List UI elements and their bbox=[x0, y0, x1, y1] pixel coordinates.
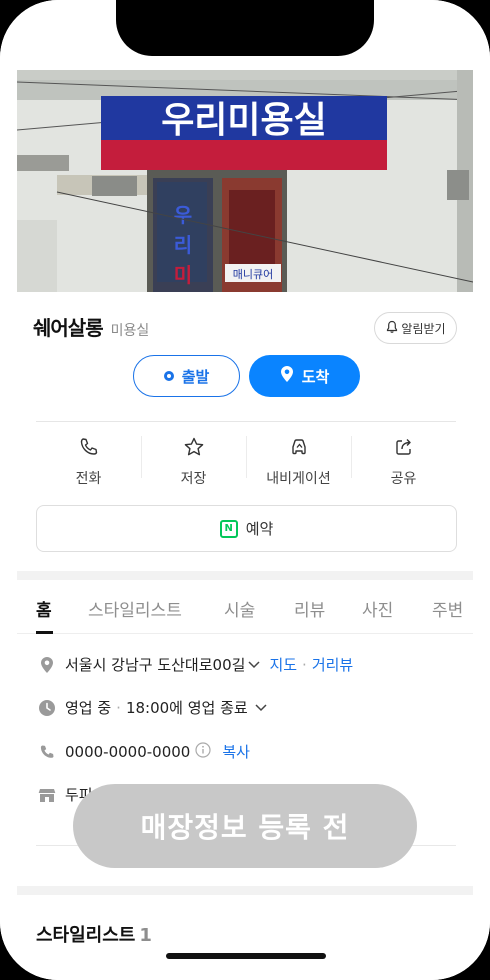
svg-text:우: 우 bbox=[174, 203, 192, 227]
stylist-title-text: 스타일리스트 bbox=[36, 925, 136, 946]
navigation-label: 내비게이션 bbox=[266, 471, 331, 487]
phone-row: 0000-0000-0000 복사 bbox=[38, 741, 250, 762]
floating-notice-pill: 매장정보 등록 전 bbox=[73, 784, 417, 868]
section-gap bbox=[17, 571, 473, 580]
place-title-row: 쉐어살롱 미용실 bbox=[33, 312, 149, 341]
left-margin bbox=[0, 70, 17, 980]
chevron-down-icon[interactable] bbox=[247, 656, 261, 674]
place-detail-panel: 쉐어살롱 미용실 알림받기 출발 도착 전화 저장 내비게이션 공유 N 예약 … bbox=[17, 292, 473, 980]
depart-label: 출발 bbox=[181, 367, 210, 386]
quick-actions: 전화 저장 내비게이션 공유 bbox=[36, 422, 456, 492]
navigation-icon bbox=[288, 436, 310, 462]
depart-button[interactable]: 출발 bbox=[133, 355, 240, 397]
alarm-label: 알림받기 bbox=[401, 321, 446, 336]
status-bar bbox=[0, 0, 490, 70]
roadview-link[interactable]: 거리뷰 bbox=[312, 654, 353, 675]
reserve-button[interactable]: N 예약 bbox=[36, 505, 457, 552]
separator-dot: · bbox=[116, 698, 121, 717]
stylist-section-title: 스타일리스트 1 bbox=[36, 921, 152, 947]
svg-text:리: 리 bbox=[174, 233, 192, 257]
hours-status: 영업 중 bbox=[65, 699, 112, 717]
tab-nearby[interactable]: 주변 bbox=[432, 596, 463, 621]
active-tab-indicator bbox=[36, 631, 53, 634]
section-gap bbox=[17, 886, 473, 895]
share-action[interactable]: 공유 bbox=[351, 422, 456, 492]
detail-tabs: 홈 스타일리스트 시술 리뷰 사진 주변 bbox=[17, 580, 473, 634]
origin-dot-icon bbox=[163, 371, 174, 381]
chevron-down-icon[interactable] bbox=[254, 699, 268, 717]
share-icon bbox=[393, 436, 415, 462]
reserve-label: 예약 bbox=[245, 520, 274, 538]
alarm-button[interactable]: 알림받기 bbox=[374, 312, 457, 344]
info-icon[interactable] bbox=[195, 741, 211, 762]
phone-icon bbox=[78, 436, 100, 462]
phone-small-icon bbox=[38, 744, 56, 760]
tab-review[interactable]: 리뷰 bbox=[294, 596, 325, 621]
device-notch bbox=[116, 0, 374, 56]
place-category: 미용실 bbox=[110, 323, 150, 339]
clock-icon bbox=[38, 699, 56, 717]
copy-link[interactable]: 복사 bbox=[222, 741, 250, 762]
star-icon bbox=[183, 436, 205, 462]
home-indicator[interactable] bbox=[166, 953, 326, 959]
call-label: 전화 bbox=[75, 471, 102, 487]
stylist-count: 1 bbox=[139, 925, 152, 946]
arrive-button[interactable]: 도착 bbox=[249, 355, 360, 397]
right-margin bbox=[473, 70, 490, 980]
tab-stylist[interactable]: 스타일리스트 bbox=[88, 596, 182, 621]
naver-booking-icon: N bbox=[219, 519, 238, 538]
bell-icon bbox=[385, 320, 401, 337]
map-link[interactable]: 지도 bbox=[269, 654, 297, 675]
save-label: 저장 bbox=[180, 471, 207, 487]
phone-number: 0000-0000-0000 bbox=[65, 742, 191, 761]
save-action[interactable]: 저장 bbox=[141, 422, 246, 492]
store-icon bbox=[38, 787, 56, 803]
address-row: 서울시 강남구 도산대로00길 지도 · 거리뷰 bbox=[38, 654, 353, 675]
arrive-label: 도착 bbox=[301, 367, 330, 386]
door-sign-text: 매니큐어 bbox=[233, 268, 273, 281]
store-sign-text: 우리미용실 bbox=[161, 100, 327, 141]
tab-treatment[interactable]: 시술 bbox=[224, 596, 255, 621]
navigation-action[interactable]: 내비게이션 bbox=[246, 422, 351, 492]
address-text: 서울시 강남구 도산대로00길 bbox=[65, 656, 246, 674]
separator-dot: · bbox=[302, 655, 307, 674]
call-action[interactable]: 전화 bbox=[36, 422, 141, 492]
phone-frame: 우리미용실 우 리 미 매니큐어 쉐어살롱 미용실 알림받기 출발 도착 전화 … bbox=[0, 0, 490, 980]
tab-photo[interactable]: 사진 bbox=[362, 596, 393, 621]
share-label: 공유 bbox=[390, 471, 417, 487]
location-pin-icon bbox=[38, 656, 56, 674]
app-screen: 우리미용실 우 리 미 매니큐어 쉐어살롱 미용실 알림받기 출발 도착 전화 … bbox=[0, 0, 490, 980]
hours-row[interactable]: 영업 중 · 18:00에 영업 종료 bbox=[38, 697, 268, 718]
tab-home[interactable]: 홈 bbox=[36, 596, 52, 621]
store-photo[interactable]: 우리미용실 우 리 미 매니큐어 bbox=[17, 70, 473, 292]
hours-detail: 18:00에 영업 종료 bbox=[125, 699, 248, 717]
svg-text:미: 미 bbox=[174, 263, 192, 287]
map-pin-icon bbox=[280, 365, 302, 387]
place-name: 쉐어살롱 bbox=[33, 316, 104, 340]
